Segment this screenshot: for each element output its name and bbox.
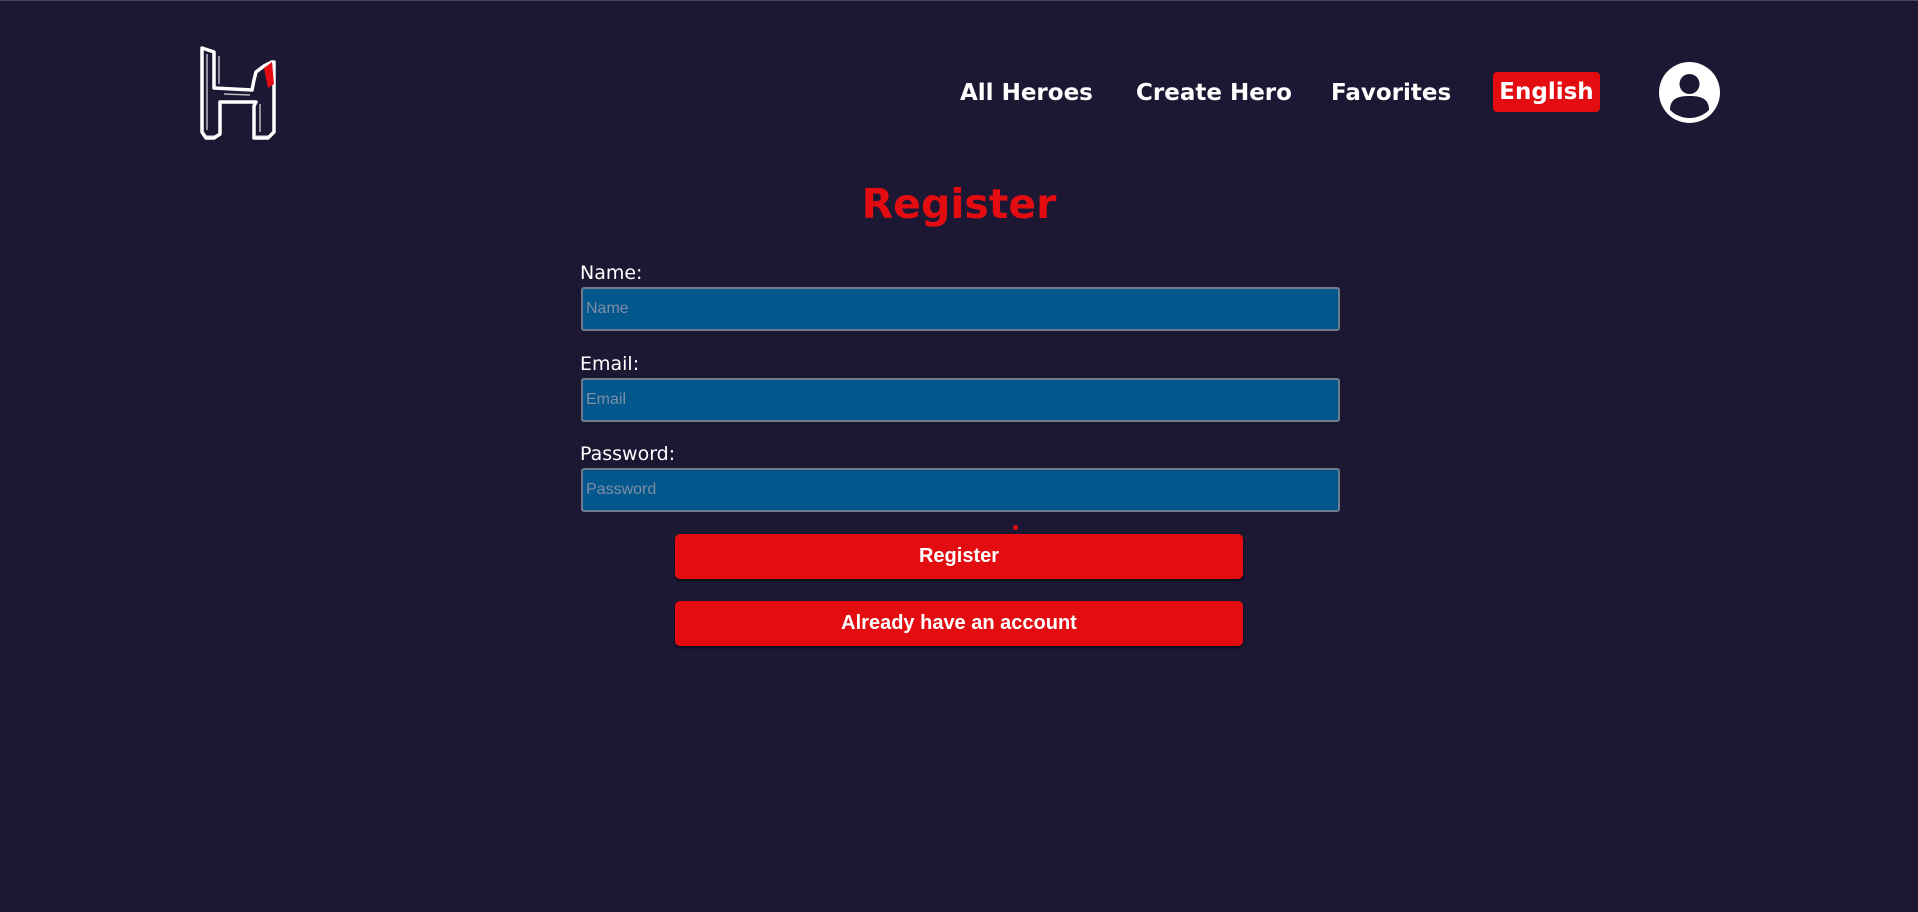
name-label: Name: bbox=[580, 262, 643, 284]
error-indicator-dot bbox=[1013, 525, 1018, 530]
register-page: All Heroes Create Hero Favorites English… bbox=[0, 0, 1918, 912]
nav-create-hero[interactable]: Create Hero bbox=[1136, 80, 1292, 106]
email-input[interactable] bbox=[581, 378, 1340, 422]
main-nav: All Heroes Create Hero Favorites English bbox=[0, 72, 1918, 114]
user-avatar-icon[interactable] bbox=[1659, 62, 1720, 123]
nav-all-heroes[interactable]: All Heroes bbox=[960, 80, 1093, 106]
language-button[interactable]: English bbox=[1493, 72, 1600, 112]
user-silhouette-icon bbox=[1670, 74, 1709, 118]
password-input[interactable] bbox=[581, 468, 1340, 512]
name-input[interactable] bbox=[581, 287, 1340, 331]
password-label: Password: bbox=[580, 443, 676, 465]
nav-favorites[interactable]: Favorites bbox=[1331, 80, 1451, 106]
register-button[interactable]: Register bbox=[675, 534, 1243, 579]
email-label: Email: bbox=[580, 353, 640, 375]
already-have-account-button[interactable]: Already have an account bbox=[675, 601, 1243, 646]
page-title: Register bbox=[861, 180, 1057, 228]
